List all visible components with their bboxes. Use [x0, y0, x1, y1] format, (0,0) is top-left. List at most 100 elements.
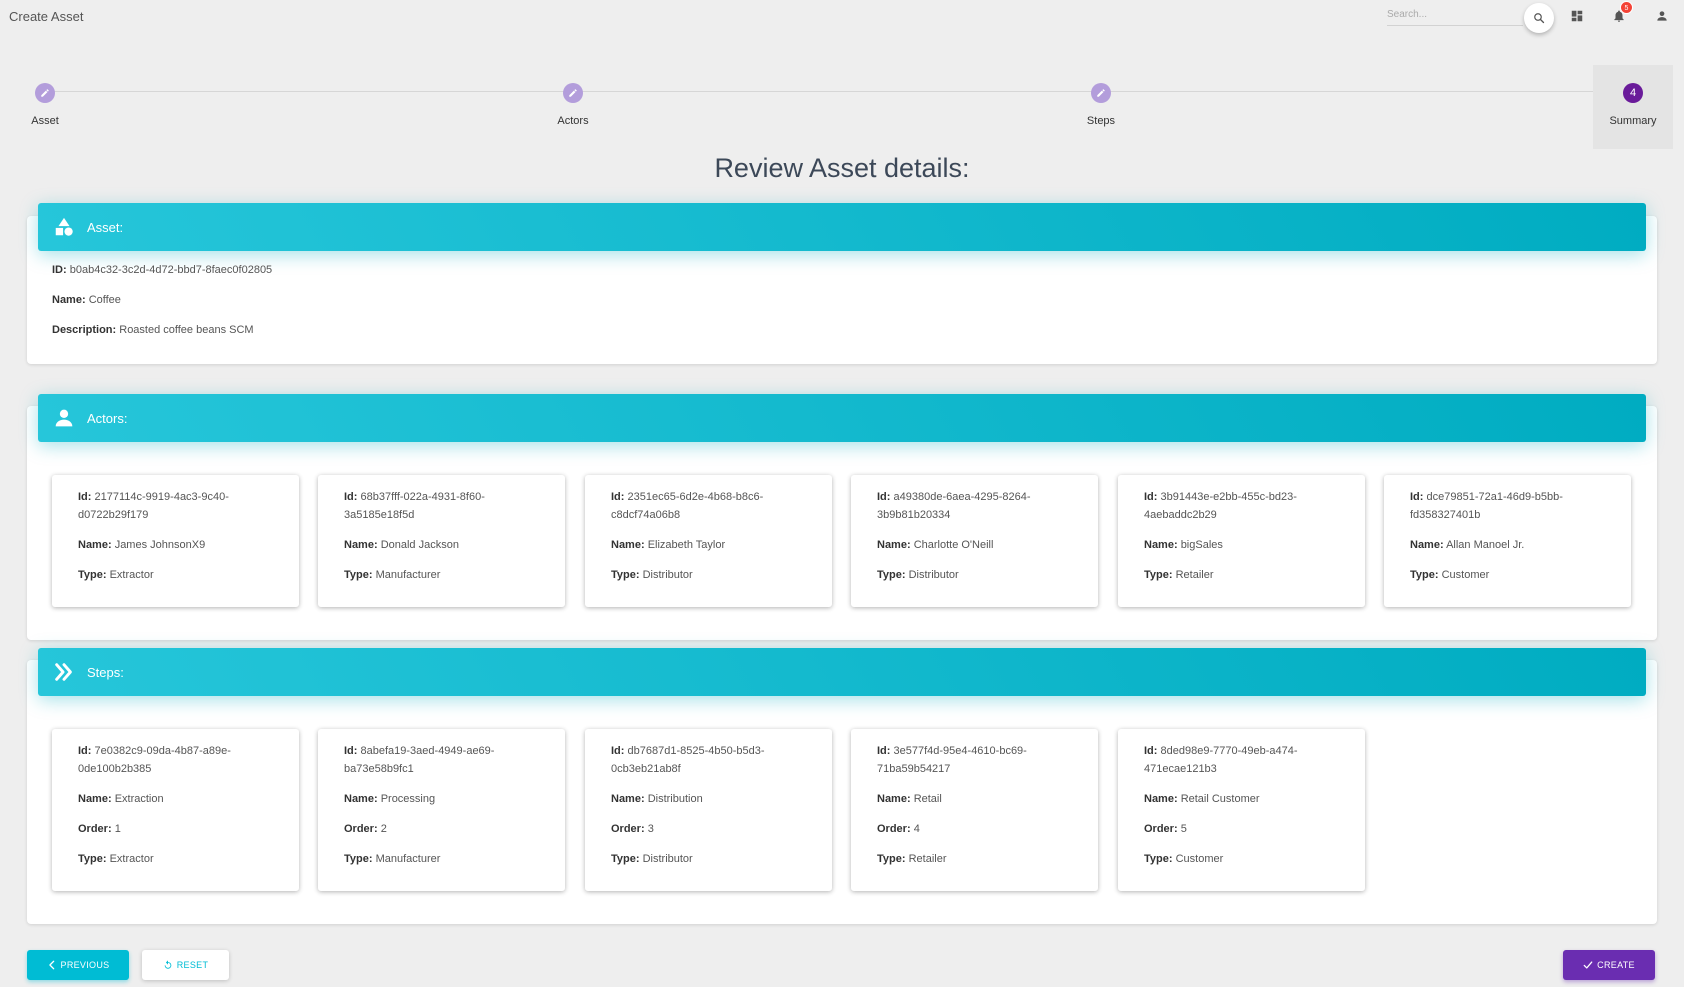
field-label: Name: — [877, 539, 911, 551]
notification-count-badge: 5 — [1620, 1, 1633, 14]
search-icon — [1534, 13, 1545, 24]
step-id-line2: 71ba59b54217 — [877, 763, 951, 775]
actor-type: Distributor — [908, 569, 959, 581]
stepper-step-steps[interactable]: Steps — [1061, 65, 1141, 149]
actor-name: Elizabeth Taylor — [647, 539, 726, 551]
step-type: Manufacturer — [375, 853, 441, 865]
step-label: Summary — [1609, 115, 1657, 127]
step-name: Distribution — [647, 793, 703, 805]
step-card: Id: db7687d1-8525-4b50-b5d3- 0cb3eb21ab8… — [585, 729, 832, 891]
field-label: Id: — [1144, 745, 1158, 757]
step-id-line1: 8ded98e9-7770-49eb-a474- — [1160, 745, 1298, 757]
field-label: Description: — [52, 324, 117, 336]
shapes-icon — [51, 214, 77, 240]
step-card: Id: 7e0382c9-09da-4b87-a89e- 0de100b2b38… — [52, 729, 299, 891]
actor-card: Id: 68b37fff-022a-4931-8f60- 3a5185e18f5… — [318, 475, 565, 607]
step-card: Id: 8ded98e9-7770-49eb-a474- 471ecae121b… — [1118, 729, 1365, 891]
asset-name-value: Coffee — [88, 294, 121, 306]
field-label: Id: — [344, 491, 358, 503]
step-type: Distributor — [642, 853, 693, 865]
field-label: Type: — [344, 569, 373, 581]
field-label: Type: — [78, 853, 107, 865]
actors-card-header: Actors: — [38, 394, 1646, 442]
pencil-icon — [1097, 89, 1105, 97]
field-label: Order: — [78, 823, 112, 835]
reset-button[interactable]: RESET — [142, 950, 229, 980]
actor-id-line2: fd358327401b — [1410, 509, 1481, 521]
actor-id-line2: 3a5185e18f5d — [344, 509, 415, 521]
actor-card: Id: 2351ec65-6d2e-4b68-b8c6- c8dcf74a06b… — [585, 475, 832, 607]
stepper-step-asset[interactable]: Asset — [5, 65, 85, 149]
actor-type: Customer — [1441, 569, 1490, 581]
step-id-line2: ba73e58b9fc1 — [344, 763, 414, 775]
actor-name: Donald Jackson — [380, 539, 459, 551]
dashboard-icon — [1571, 10, 1583, 22]
field-label: Type: — [1144, 853, 1173, 865]
asset-card-title: Asset: — [87, 219, 124, 235]
step-order: 5 — [1180, 823, 1187, 835]
field-label: Name: — [611, 793, 645, 805]
actor-id-line1: 2177114c-9919-4ac3-9c40- — [94, 491, 229, 503]
actor-id-line1: dce79851-72a1-46d9-b5bb- — [1426, 491, 1563, 503]
field-label: Order: — [877, 823, 911, 835]
step-order: 4 — [913, 823, 920, 835]
search-field — [1387, 4, 1523, 26]
actor-card: Id: 3b91443e-e2bb-455c-bd23- 4aebaddc2b2… — [1118, 475, 1365, 607]
pencil-icon — [41, 89, 49, 97]
notifications-button[interactable]: 5 — [1609, 1, 1633, 26]
create-button[interactable]: CREATE — [1563, 950, 1655, 980]
actor-id-line2: d0722b29f179 — [78, 509, 149, 521]
chevron-left-icon — [48, 960, 54, 970]
actor-name: Charlotte O'Neill — [913, 539, 994, 551]
step-name: Extraction — [114, 793, 164, 805]
dashboard-button[interactable] — [1567, 6, 1587, 26]
pencil-icon — [569, 89, 577, 97]
asset-id-field: ID: b0ab4c32-3c2d-4d72-bbd7-8faec0f02805 — [52, 264, 272, 276]
steps-card-title: Steps: — [87, 664, 124, 680]
field-label: Type: — [611, 853, 640, 865]
step-id-line1: 7e0382c9-09da-4b87-a89e- — [94, 745, 231, 757]
check-icon — [1583, 961, 1593, 969]
actors-card-title: Actors: — [87, 410, 128, 426]
user-profile-button[interactable] — [1652, 6, 1672, 26]
previous-button-label: PREVIOUS — [60, 960, 110, 970]
actor-card: Id: a49380de-6aea-4295-8264- 3b9b81b2033… — [851, 475, 1098, 607]
actor-id-line1: a49380de-6aea-4295-8264- — [893, 491, 1031, 503]
actor-name: James JohnsonX9 — [114, 539, 206, 551]
step-order: 1 — [114, 823, 121, 835]
asset-description-field: Description: Roasted coffee beans SCM — [52, 324, 254, 336]
stepper-step-summary[interactable]: 4 Summary — [1593, 65, 1673, 149]
actor-name: Allan Manoel Jr. — [1446, 539, 1525, 551]
field-label: Id: — [611, 491, 625, 503]
field-label: Name: — [78, 539, 112, 551]
top-navbar: Create Asset 5 — [0, 0, 1684, 34]
field-label: Type: — [1410, 569, 1439, 581]
field-label: Id: — [877, 491, 891, 503]
step-order: 3 — [647, 823, 654, 835]
previous-button[interactable]: PREVIOUS — [27, 950, 129, 980]
step-id-line2: 0cb3eb21ab8f — [611, 763, 681, 775]
actor-type: Manufacturer — [375, 569, 441, 581]
actor-id-line1: 68b37fff-022a-4931-8f60- — [360, 491, 485, 503]
steps-card-header: Steps: — [38, 648, 1646, 696]
step-done-indicator — [563, 83, 583, 103]
search-input[interactable] — [1387, 4, 1523, 25]
refresh-icon — [164, 960, 172, 969]
step-type: Retailer — [908, 853, 947, 865]
step-id-line2: 0de100b2b385 — [78, 763, 152, 775]
stepper-step-actors[interactable]: Actors — [533, 65, 613, 149]
field-label: Name: — [344, 539, 378, 551]
field-label: Id: — [1410, 491, 1424, 503]
step-number-indicator: 4 — [1623, 83, 1643, 103]
asset-card-header: Asset: — [38, 203, 1646, 251]
page-title: Create Asset — [9, 9, 84, 24]
actor-type: Retailer — [1175, 569, 1214, 581]
step-id-line1: 3e577f4d-95e4-4610-bc69- — [893, 745, 1027, 757]
field-label: Order: — [611, 823, 645, 835]
step-label: Actors — [557, 115, 589, 127]
step-card: Id: 3e577f4d-95e4-4610-bc69- 71ba59b5421… — [851, 729, 1098, 891]
search-button[interactable] — [1524, 3, 1554, 33]
actor-id-line1: 2351ec65-6d2e-4b68-b8c6- — [627, 491, 764, 503]
person-icon — [51, 405, 77, 431]
field-label: Type: — [877, 569, 906, 581]
